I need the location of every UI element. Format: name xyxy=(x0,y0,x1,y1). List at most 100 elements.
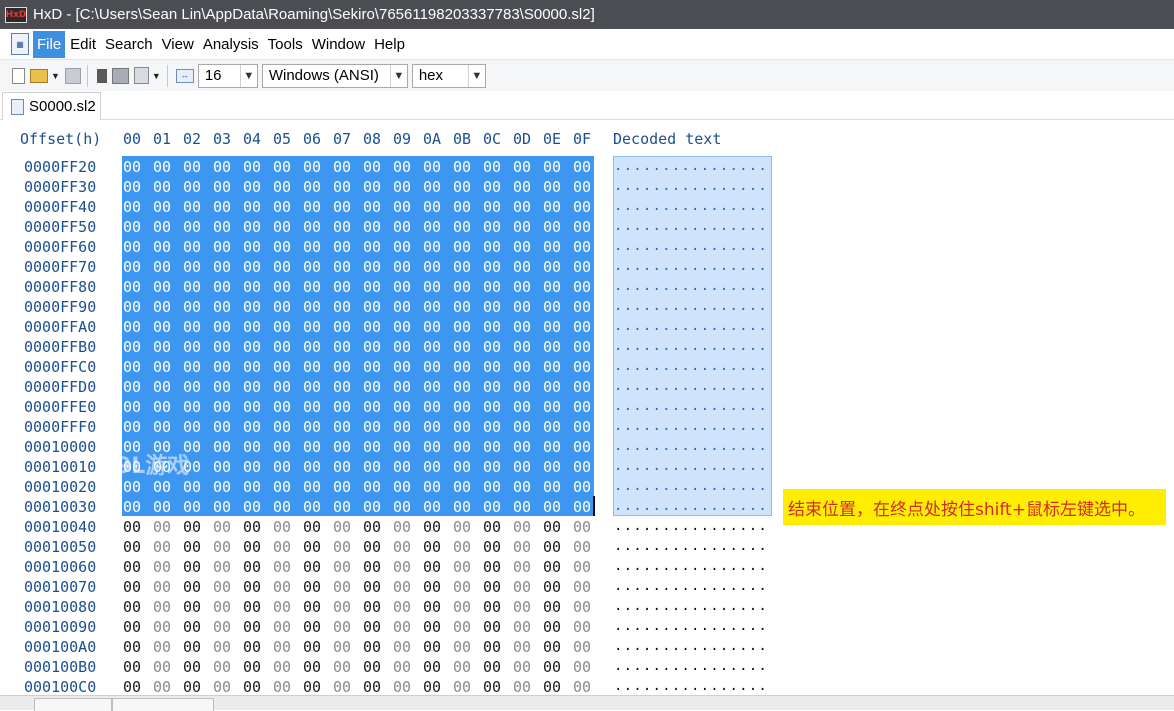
hex-byte[interactable]: 00 xyxy=(513,258,531,276)
hex-byte[interactable]: 00 xyxy=(423,398,441,416)
hex-byte[interactable]: 00 xyxy=(483,218,501,236)
hex-byte[interactable]: 00 xyxy=(543,178,561,196)
hex-byte[interactable]: 00 xyxy=(483,638,501,656)
hex-byte[interactable]: 00 xyxy=(243,438,261,456)
hex-byte[interactable]: 00 xyxy=(123,178,141,196)
hex-byte[interactable]: 00 xyxy=(183,318,201,336)
decoded-text-row[interactable]: ................ xyxy=(614,598,768,614)
hex-byte[interactable]: 00 xyxy=(393,358,411,376)
hex-byte[interactable]: 00 xyxy=(513,578,531,596)
decoded-text-row[interactable]: ................ xyxy=(614,298,768,314)
decoded-text-row[interactable]: ................ xyxy=(614,398,768,414)
hex-byte[interactable]: 00 xyxy=(483,578,501,596)
hex-byte[interactable]: 00 xyxy=(333,578,351,596)
hex-byte[interactable]: 00 xyxy=(273,478,291,496)
hex-byte[interactable]: 00 xyxy=(303,418,321,436)
hex-byte[interactable]: 00 xyxy=(273,418,291,436)
hex-byte[interactable]: 00 xyxy=(363,358,381,376)
hex-byte[interactable]: 00 xyxy=(213,518,231,536)
hex-byte[interactable]: 00 xyxy=(303,338,321,356)
hex-byte[interactable]: 00 xyxy=(513,378,531,396)
hex-byte[interactable]: 00 xyxy=(183,338,201,356)
decoded-text-row[interactable]: ................ xyxy=(614,238,768,254)
hex-byte[interactable]: 00 xyxy=(183,438,201,456)
hex-byte[interactable]: 00 xyxy=(123,338,141,356)
offset-base-select[interactable]: hex ▼ xyxy=(411,63,486,88)
hex-byte[interactable]: 00 xyxy=(543,438,561,456)
hex-byte[interactable]: 00 xyxy=(123,438,141,456)
hex-byte[interactable]: 00 xyxy=(513,358,531,376)
hex-byte[interactable]: 00 xyxy=(243,658,261,676)
hex-byte[interactable]: 00 xyxy=(183,198,201,216)
hex-byte[interactable]: 00 xyxy=(573,518,591,536)
decoded-text-row[interactable]: ................ xyxy=(614,218,768,234)
hex-byte[interactable]: 00 xyxy=(153,278,171,296)
hex-byte[interactable]: 00 xyxy=(333,258,351,276)
hex-byte[interactable]: 00 xyxy=(423,178,441,196)
hex-byte[interactable]: 00 xyxy=(303,318,321,336)
hex-byte[interactable]: 00 xyxy=(183,178,201,196)
menu-edit[interactable]: Edit xyxy=(66,31,100,58)
hex-byte[interactable]: 00 xyxy=(303,258,321,276)
save-icon[interactable] xyxy=(64,67,81,84)
hex-byte[interactable]: 00 xyxy=(363,498,381,516)
hex-byte[interactable]: 00 xyxy=(213,438,231,456)
hex-byte[interactable]: 00 xyxy=(423,518,441,536)
hex-byte[interactable]: 00 xyxy=(423,358,441,376)
open-memory-icon[interactable] xyxy=(133,67,149,84)
hex-byte[interactable]: 00 xyxy=(453,378,471,396)
decoded-text-row[interactable]: ................ xyxy=(614,578,768,594)
hex-byte[interactable]: 00 xyxy=(243,298,261,316)
hex-byte[interactable]: 00 xyxy=(453,318,471,336)
hex-byte[interactable]: 00 xyxy=(303,178,321,196)
hex-byte[interactable]: 00 xyxy=(423,318,441,336)
hex-byte[interactable]: 00 xyxy=(183,598,201,616)
hex-byte[interactable]: 00 xyxy=(303,358,321,376)
hex-byte[interactable]: 00 xyxy=(213,278,231,296)
hex-byte[interactable]: 00 xyxy=(423,218,441,236)
hex-byte[interactable]: 00 xyxy=(213,678,231,696)
hex-byte[interactable]: 00 xyxy=(183,538,201,556)
hex-byte[interactable]: 00 xyxy=(453,478,471,496)
hex-byte[interactable]: 00 xyxy=(393,678,411,696)
decoded-text-row[interactable]: ................ xyxy=(614,178,768,194)
hex-byte[interactable]: 00 xyxy=(483,298,501,316)
hex-byte[interactable]: 00 xyxy=(483,358,501,376)
hex-byte[interactable]: 00 xyxy=(513,538,531,556)
hex-byte[interactable]: 00 xyxy=(243,678,261,696)
hex-byte[interactable]: 00 xyxy=(153,218,171,236)
hex-byte[interactable]: 00 xyxy=(303,238,321,256)
hex-byte[interactable]: 00 xyxy=(123,418,141,436)
hex-byte[interactable]: 00 xyxy=(303,158,321,176)
close-file-icon[interactable] xyxy=(96,68,107,83)
hex-byte[interactable]: 00 xyxy=(543,398,561,416)
chevron-down-icon[interactable]: ▼ xyxy=(389,64,407,87)
hex-byte[interactable]: 00 xyxy=(483,678,501,696)
hex-byte[interactable]: 00 xyxy=(483,258,501,276)
hex-byte[interactable]: 00 xyxy=(483,278,501,296)
hex-byte[interactable]: 00 xyxy=(423,618,441,636)
hex-byte[interactable]: 00 xyxy=(573,378,591,396)
hex-byte[interactable]: 00 xyxy=(183,278,201,296)
hex-byte[interactable]: 00 xyxy=(183,618,201,636)
hex-byte[interactable]: 00 xyxy=(363,438,381,456)
hex-byte[interactable]: 00 xyxy=(573,158,591,176)
hex-byte[interactable]: 00 xyxy=(213,558,231,576)
hex-byte[interactable]: 00 xyxy=(513,458,531,476)
hex-byte[interactable]: 00 xyxy=(453,338,471,356)
hex-byte[interactable]: 00 xyxy=(183,258,201,276)
hex-byte[interactable]: 00 xyxy=(303,298,321,316)
hex-byte[interactable]: 00 xyxy=(153,538,171,556)
hex-byte[interactable]: 00 xyxy=(183,218,201,236)
hex-byte[interactable]: 00 xyxy=(543,238,561,256)
hex-byte[interactable]: 00 xyxy=(393,558,411,576)
hex-byte[interactable]: 00 xyxy=(483,618,501,636)
decoded-text-row[interactable]: ................ xyxy=(614,478,768,494)
hex-byte[interactable]: 00 xyxy=(333,518,351,536)
hex-byte[interactable]: 00 xyxy=(573,458,591,476)
hex-byte[interactable]: 00 xyxy=(273,298,291,316)
hex-byte[interactable]: 00 xyxy=(243,418,261,436)
hex-byte[interactable]: 00 xyxy=(423,418,441,436)
hex-byte[interactable]: 00 xyxy=(513,418,531,436)
hex-byte[interactable]: 00 xyxy=(333,538,351,556)
